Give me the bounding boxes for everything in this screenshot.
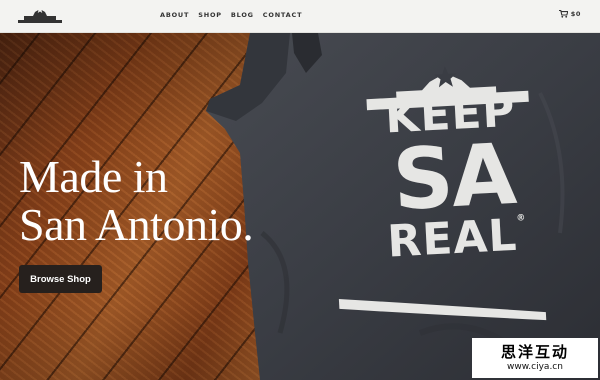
- nav-blog-link[interactable]: BLOG: [231, 11, 254, 19]
- print-sa: SA: [390, 124, 517, 230]
- hero-headline-line2: San Antonio.: [19, 199, 254, 250]
- nav-shop-link[interactable]: SHOP: [198, 11, 222, 19]
- shirt-print-text: KEEP SA REAL®: [354, 86, 553, 268]
- hero-headline-line1: Made in: [19, 151, 168, 202]
- main-nav: ABOUT SHOP BLOG CONTACT: [160, 11, 302, 19]
- watermark-url: www.ciya.cn: [507, 362, 563, 372]
- cart-total: $0: [570, 10, 581, 18]
- hero-headline: Made in San Antonio.: [19, 153, 319, 249]
- browse-shop-button[interactable]: Browse Shop: [19, 265, 102, 293]
- print-registered-mark: ®: [516, 213, 526, 224]
- site-header: ABOUT SHOP BLOG CONTACT $0: [0, 0, 600, 33]
- nav-about-link[interactable]: ABOUT: [160, 11, 189, 19]
- nav-contact-link[interactable]: CONTACT: [263, 11, 303, 19]
- site-watermark: 思洋互动 www.ciya.cn: [472, 338, 598, 378]
- cart-icon: [558, 10, 568, 18]
- watermark-title: 思洋互动: [500, 343, 569, 361]
- cart-button[interactable]: $0: [558, 10, 581, 18]
- print-real: REAL: [386, 209, 519, 268]
- alamo-star-logo-icon[interactable]: [16, 6, 64, 24]
- hero-banner: KEEP SA REAL® Made in San Antonio. Brows…: [0, 33, 600, 380]
